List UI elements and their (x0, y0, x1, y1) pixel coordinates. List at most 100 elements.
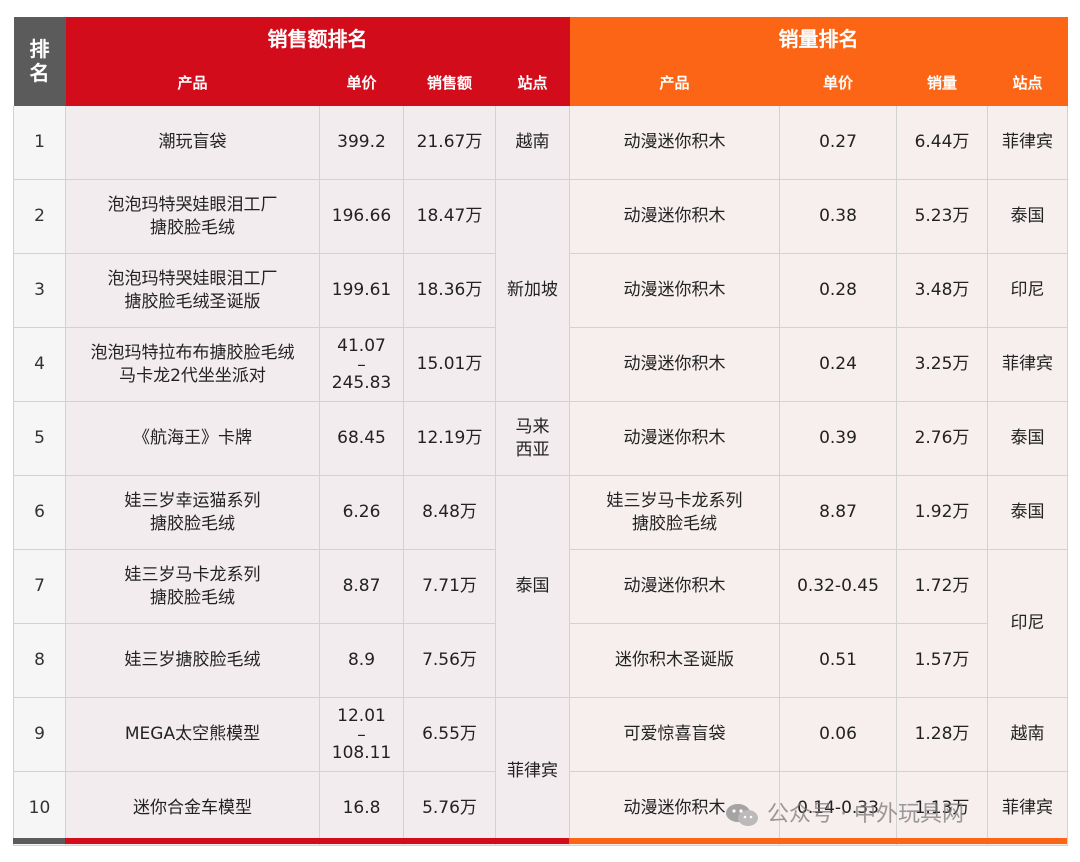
volume-product: 动漫迷你积木 (569, 549, 780, 624)
sales-amount: 18.36万 (403, 253, 496, 328)
rank-cell: 9 (13, 697, 66, 772)
sales-price-range: 12.01 – 108.11 (319, 697, 404, 772)
rank-cell: 7 (13, 549, 66, 624)
volume-site: 印尼 (987, 549, 1068, 698)
bottom-bar-gray (13, 838, 65, 844)
sales-product: 泡泡玛特哭娃眼泪工厂 搪胶脸毛绒 (65, 179, 320, 254)
volume-product: 动漫迷你积木 (569, 179, 780, 254)
sales-product: 娃三岁马卡龙系列 搪胶脸毛绒 (65, 549, 320, 624)
rank-cell: 8 (13, 623, 66, 698)
sales-amount: 7.71万 (403, 549, 496, 624)
sales-price: 199.61 (319, 253, 404, 328)
volume-product: 迷你积木圣诞版 (569, 623, 780, 698)
volume-site: 菲律宾 (987, 327, 1068, 402)
volume-site: 菲律宾 (987, 771, 1068, 846)
sales-price: 16.8 (319, 771, 404, 846)
volume-price: 8.87 (779, 475, 897, 550)
volume-count: 3.25万 (896, 327, 988, 402)
sales-site: 越南 (495, 105, 570, 180)
volume-product: 可爱惊喜盲袋 (569, 697, 780, 772)
watermark-text: 公众号 · 中外玩具网 (767, 802, 964, 827)
volume-site: 菲律宾 (987, 105, 1068, 180)
sales-price: 68.45 (319, 401, 404, 476)
sales-price: 399.2 (319, 105, 404, 180)
rank-header: 排 名 (13, 16, 66, 106)
volume-site: 印尼 (987, 253, 1068, 328)
volume-price: 0.28 (779, 253, 897, 328)
volume-count: 5.23万 (896, 179, 988, 254)
volume-site: 泰国 (987, 179, 1068, 254)
volume-price: 0.51 (779, 623, 897, 698)
sales-product: 泡泡玛特拉布布搪胶脸毛绒 马卡龙2代坐坐派对 (65, 327, 320, 402)
sales-col-amount: 销售额 (403, 61, 496, 106)
price-max: 245.83 (331, 372, 392, 393)
sales-amount: 5.76万 (403, 771, 496, 846)
sales-amount: 21.67万 (403, 105, 496, 180)
volume-count: 3.48万 (896, 253, 988, 328)
table-row: 9 MEGA太空熊模型 12.01 – 108.11 6.55万 菲律宾 可爱惊… (13, 697, 1068, 846)
volume-product: 动漫迷你积木 (569, 253, 780, 328)
sales-product: 泡泡玛特哭娃眼泪工厂 搪胶脸毛绒圣诞版 (65, 253, 320, 328)
volume-product: 娃三岁马卡龙系列 搪胶脸毛绒 (569, 475, 780, 550)
watermark: 公众号 · 中外玩具网 (725, 796, 964, 828)
volume-col-price: 单价 (779, 61, 897, 106)
sales-product: MEGA太空熊模型 (65, 697, 320, 772)
sales-col-product: 产品 (65, 61, 320, 106)
volume-price: 0.38 (779, 179, 897, 254)
volume-count: 1.72万 (896, 549, 988, 624)
volume-count: 6.44万 (896, 105, 988, 180)
price-max: 108.11 (331, 742, 392, 763)
volume-count: 1.92万 (896, 475, 988, 550)
sales-amount: 15.01万 (403, 327, 496, 402)
volume-product: 动漫迷你积木 (569, 327, 780, 402)
sales-price-range: 41.07 – 245.83 (319, 327, 404, 402)
sales-site: 泰国 (495, 475, 570, 698)
sales-ranking-title: 销售额排名 (65, 16, 570, 62)
rank-cell: 4 (13, 327, 66, 402)
sales-product: 《航海王》卡牌 (65, 401, 320, 476)
volume-count: 1.28万 (896, 697, 988, 772)
bottom-bar-red (65, 838, 569, 844)
table-row: 5 《航海王》卡牌 68.45 12.19万 马来 西亚 动漫迷你积木 0.39… (13, 401, 1068, 476)
sales-price: 6.26 (319, 475, 404, 550)
rank-cell: 2 (13, 179, 66, 254)
price-range-dash: – (357, 724, 366, 745)
volume-product: 动漫迷你积木 (569, 105, 780, 180)
volume-site: 越南 (987, 697, 1068, 772)
volume-col-site: 站点 (987, 61, 1068, 106)
sales-amount: 7.56万 (403, 623, 496, 698)
sales-price: 8.87 (319, 549, 404, 624)
sales-col-price: 单价 (319, 61, 404, 106)
rank-cell: 5 (13, 401, 66, 476)
volume-count: 2.76万 (896, 401, 988, 476)
rank-cell: 1 (13, 105, 66, 180)
rank-cell: 3 (13, 253, 66, 328)
bottom-bar-orange (569, 838, 1067, 844)
sales-site: 新加坡 (495, 179, 570, 402)
sales-amount: 18.47万 (403, 179, 496, 254)
table-row: 2 泡泡玛特哭娃眼泪工厂 搪胶脸毛绒 196.66 18.47万 新加坡 动漫迷… (13, 179, 1068, 402)
volume-site: 泰国 (987, 475, 1068, 550)
volume-ranking-title: 销量排名 (569, 16, 1068, 62)
volume-col-count: 销量 (896, 61, 988, 106)
table-row: 1 潮玩盲袋 399.2 21.67万 越南 动漫迷你积木 0.27 6.44万… (13, 105, 1068, 180)
volume-product: 动漫迷你积木 (569, 401, 780, 476)
sales-amount: 8.48万 (403, 475, 496, 550)
sales-site: 菲律宾 (495, 697, 570, 846)
sales-product: 娃三岁幸运猫系列 搪胶脸毛绒 (65, 475, 320, 550)
sales-product: 娃三岁搪胶脸毛绒 (65, 623, 320, 698)
table-row: 6 娃三岁幸运猫系列 搪胶脸毛绒 6.26 8.48万 泰国 娃三岁马卡龙系列 … (13, 475, 1068, 698)
sales-product: 潮玩盲袋 (65, 105, 320, 180)
volume-price: 0.27 (779, 105, 897, 180)
rank-cell: 6 (13, 475, 66, 550)
wechat-icon (725, 803, 759, 827)
sales-amount: 6.55万 (403, 697, 496, 772)
volume-price: 0.32-0.45 (779, 549, 897, 624)
volume-count: 1.57万 (896, 623, 988, 698)
sales-price: 196.66 (319, 179, 404, 254)
sales-site: 马来 西亚 (495, 401, 570, 476)
rank-cell: 10 (13, 771, 66, 846)
sales-col-site: 站点 (495, 61, 570, 106)
sales-price: 8.9 (319, 623, 404, 698)
volume-price: 0.06 (779, 697, 897, 772)
